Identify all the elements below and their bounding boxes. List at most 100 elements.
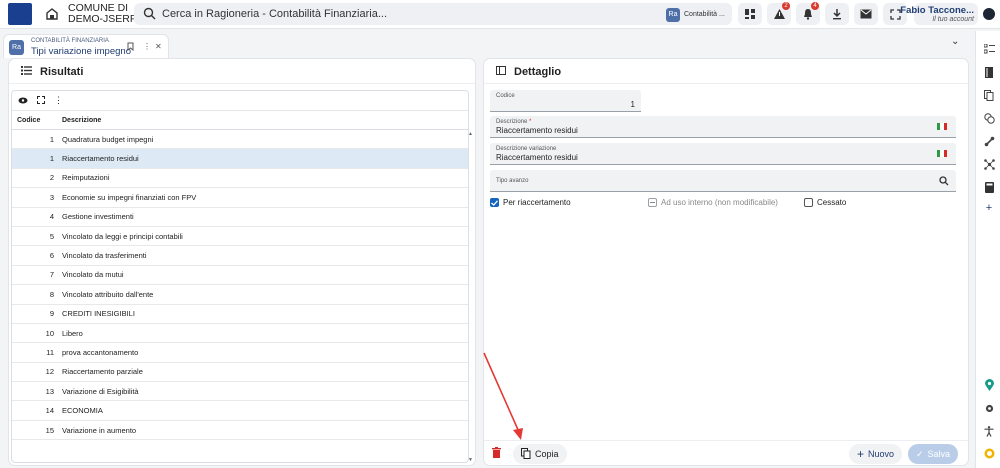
mail-icon[interactable]: [854, 3, 878, 25]
results-title: Risultati: [40, 66, 84, 78]
cell-descrizione: ECONOMIA: [62, 406, 103, 416]
cell-codice: 13: [45, 386, 54, 396]
add-icon[interactable]: +: [983, 202, 995, 214]
alerts-icon[interactable]: 2: [767, 2, 791, 25]
table-row[interactable]: 1 Quadratura budget impegni: [12, 130, 468, 150]
calculator-icon[interactable]: [983, 181, 995, 193]
gear-icon[interactable]: [983, 402, 995, 414]
home-icon[interactable]: [45, 7, 59, 21]
table-row[interactable]: 12 Riaccertamento parziale: [12, 363, 468, 383]
coins-icon[interactable]: [983, 112, 995, 124]
expand-icon[interactable]: [37, 95, 45, 106]
checkbox-per-riaccertamento[interactable]: Per riaccertamento: [490, 198, 571, 207]
scroll-up-icon[interactable]: ▲: [468, 131, 473, 137]
notifications-icon[interactable]: 4: [796, 2, 820, 25]
close-icon[interactable]: ✕: [155, 42, 162, 51]
notifications-count-badge: 4: [811, 2, 819, 10]
right-sidebar: +: [975, 31, 1000, 468]
visibility-icon[interactable]: [18, 96, 28, 106]
check-icon: ✓: [916, 448, 924, 459]
user-name: Fabio Taccone...: [900, 5, 974, 16]
table-row[interactable]: 6 Vincolato da trasferimenti: [12, 246, 468, 266]
cell-descrizione: Vincolato da leggi e principi contabili: [62, 231, 183, 241]
table-row[interactable]: 1 Riaccertamento residui: [12, 149, 468, 169]
checkbox-cessato[interactable]: Cessato: [804, 198, 846, 207]
table-row[interactable]: 13 Variazione di Esigibilità: [12, 382, 468, 402]
table-row[interactable]: 10 Libero: [12, 324, 468, 344]
user-menu[interactable]: Fabio Taccone... Il tuo account: [900, 3, 978, 25]
context-label: Contabilità ...: [684, 11, 725, 18]
chevron-down-icon[interactable]: ⌄: [951, 36, 959, 47]
cell-descrizione: Reimputazioni: [62, 173, 110, 183]
municipality-logo: [8, 3, 32, 25]
descrizione-variazione-field[interactable]: Descrizione variazione Riaccertamento re…: [490, 143, 956, 165]
table-row[interactable]: 15 Variazione in aumento: [12, 421, 468, 441]
grid-body: 1 Quadratura budget impegni 1 Riaccertament…: [12, 130, 468, 441]
tipo-avanzo-field[interactable]: Tipo avanzo: [490, 170, 956, 192]
cell-codice: 5: [49, 231, 54, 241]
table-row[interactable]: 5 Vincolato da leggi e principi contabili: [12, 227, 468, 247]
descrizione-variazione-label: Descrizione variazione: [496, 146, 557, 152]
italian-flag-icon[interactable]: [937, 123, 947, 130]
more-vert-icon[interactable]: ⋮: [54, 95, 63, 106]
more-vert-icon[interactable]: ⋮: [143, 42, 151, 51]
cell-codice: 14: [45, 406, 54, 416]
global-search[interactable]: Cerca in Ragioneria - Contabilità Finanz…: [134, 3, 732, 25]
checkbox-checked-icon[interactable]: [490, 198, 499, 207]
tab-strip: Ra CONTABILITÀ FINANZIARIA Tipi variazio…: [0, 31, 974, 58]
cell-codice: 3: [49, 192, 54, 202]
save-button[interactable]: ✓ Salva: [908, 444, 959, 464]
link-icon[interactable]: [983, 135, 995, 147]
cell-descrizione: Vincolato da trasferimenti: [62, 251, 147, 261]
book-icon[interactable]: [983, 66, 995, 78]
copy-label: Copia: [535, 449, 559, 459]
bookmark-icon[interactable]: [127, 42, 134, 53]
search-icon[interactable]: [939, 175, 949, 189]
column-header-codice[interactable]: Codice: [12, 111, 59, 129]
hierarchy-icon[interactable]: [983, 158, 995, 170]
new-label: Nuovo: [868, 449, 895, 459]
cell-descrizione: Riaccertamento parziale: [62, 367, 143, 377]
dashboard-icon[interactable]: [738, 3, 762, 25]
table-row[interactable]: 8 Vincolato attribuito dall'ente: [12, 285, 468, 305]
tipo-avanzo-label: Tipo avanzo: [496, 178, 529, 184]
descrizione-field[interactable]: Descrizione * Riaccertamento residui: [490, 116, 956, 138]
cell-codice: 7: [49, 270, 54, 280]
table-row[interactable]: 4 Gestione investimenti: [12, 208, 468, 227]
table-row[interactable]: 2 Reimputazioni: [12, 169, 468, 189]
table-row[interactable]: 7 Vincolato da mutui: [12, 266, 468, 286]
results-panel: Risultati ⋮ Codice Descrizione 1 Quadratu…: [8, 58, 476, 466]
tab-tipi-variazione-impegno[interactable]: Ra CONTABILITÀ FINANZIARIA Tipi variazio…: [3, 34, 169, 58]
table-row[interactable]: 14 ECONOMIA: [12, 401, 468, 421]
search-input[interactable]: Cerca in Ragioneria - Contabilità Finanz…: [162, 8, 387, 20]
cell-codice: 11: [46, 347, 54, 357]
new-button[interactable]: + Nuovo: [849, 444, 903, 464]
codice-field[interactable]: Codice 1: [490, 90, 641, 112]
checkbox-ad-uso-interno: Ad uso interno (non modificabile): [648, 198, 778, 207]
table-row[interactable]: 11 prova accantonamento: [12, 343, 468, 363]
cell-codice: 1: [49, 154, 54, 164]
context-selector[interactable]: Ra Contabilità ...: [666, 6, 725, 23]
support-icon[interactable]: [983, 447, 995, 459]
download-icon[interactable]: [825, 3, 849, 25]
accessibility-icon[interactable]: [983, 425, 995, 437]
table-row[interactable]: 9 CREDITI INESIGIBILI: [12, 305, 468, 324]
checkbox-label: Per riaccertamento: [503, 198, 571, 207]
save-label: Salva: [927, 449, 951, 459]
checkbox-unchecked-icon[interactable]: [804, 198, 813, 207]
cell-descrizione: Vincolato da mutui: [62, 270, 124, 280]
documents-icon[interactable]: [983, 89, 995, 101]
column-header-descrizione[interactable]: Descrizione: [59, 111, 101, 129]
delete-icon[interactable]: [492, 447, 501, 461]
cell-codice: 10: [45, 328, 54, 338]
list-view-icon[interactable]: [983, 43, 995, 55]
cell-descrizione: Gestione investimenti: [62, 212, 134, 222]
scroll-down-icon[interactable]: ▼: [468, 457, 473, 463]
cell-descrizione: CREDITI INESIGIBILI: [62, 309, 135, 319]
account-icon[interactable]: [983, 8, 995, 20]
italian-flag-icon[interactable]: [937, 150, 947, 157]
cell-descrizione: Vincolato attribuito dall'ente: [62, 289, 154, 299]
copy-button[interactable]: Copia: [513, 444, 567, 464]
table-row[interactable]: 3 Economie su impegni finanziati con FPV: [12, 188, 468, 208]
location-icon[interactable]: [983, 379, 995, 391]
